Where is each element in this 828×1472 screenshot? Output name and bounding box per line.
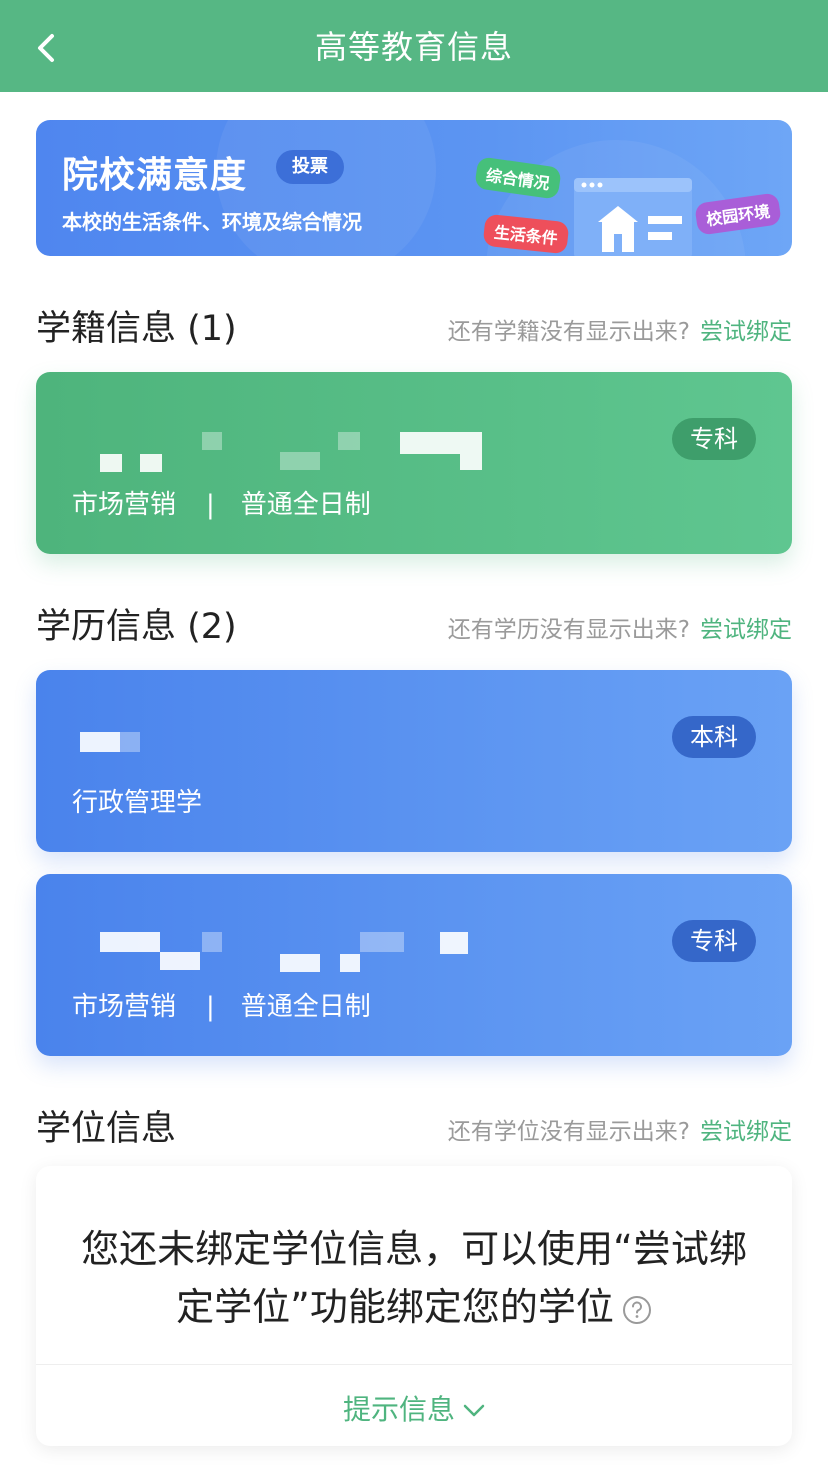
redacted-school-name <box>460 454 482 470</box>
degree-bind-link[interactable]: 尝试绑定 <box>700 1112 792 1146</box>
tip-toggle[interactable]: 提示信息 <box>36 1388 792 1428</box>
meta-separator: | <box>206 490 215 520</box>
redacted-school-name <box>100 454 122 472</box>
vote-badge: 投票 <box>276 150 344 184</box>
school-illustration-icon <box>574 178 692 256</box>
redacted-school-name <box>400 432 482 454</box>
degree-empty-card: 您还未绑定学位信息，可以使用“尝试绑定学位”功能绑定您的学位 提示信息 <box>36 1166 792 1446</box>
education-hint: 还有学历没有显示出来? <box>447 617 690 643</box>
enrollment-card[interactable]: 专科 市场营销 | 普通全日制 <box>36 372 792 554</box>
degree-section-header: 学位信息 还有学位没有显示出来? 尝试绑定 <box>36 1100 792 1149</box>
divider <box>36 1364 792 1365</box>
education-section-title: 学历信息 (2) <box>36 607 237 647</box>
redacted-school-name <box>202 432 222 450</box>
major-label: 市场营销 <box>72 490 177 520</box>
tip-label: 提示信息 <box>342 1393 455 1426</box>
redacted-school-name <box>140 454 162 472</box>
education-card[interactable]: 本科 行政管理学 <box>36 670 792 852</box>
redacted-school-name <box>360 932 404 952</box>
study-mode-label: 普通全日制 <box>240 490 371 520</box>
redacted-school-name <box>100 932 160 952</box>
redacted-school-name <box>338 432 360 450</box>
major-label: 行政管理学 <box>72 788 203 818</box>
banner-title: 院校满意度 <box>62 155 248 196</box>
degree-hint: 还有学位没有显示出来? <box>447 1119 690 1145</box>
level-badge: 本科 <box>672 716 756 758</box>
redacted-school-name <box>280 954 320 972</box>
enrollment-bind-link[interactable]: 尝试绑定 <box>700 312 792 346</box>
enrollment-hint: 还有学籍没有显示出来? <box>447 319 690 345</box>
education-card[interactable]: 专科 市场营销 | 普通全日制 <box>36 874 792 1056</box>
major-label: 市场营销 <box>72 992 177 1022</box>
degree-section-title: 学位信息 <box>36 1109 177 1149</box>
card-meta: 市场营销 | 普通全日制 <box>72 484 371 521</box>
page-title: 高等教育信息 <box>314 28 513 66</box>
redacted-school-name <box>160 952 200 970</box>
redacted-school-name <box>280 452 320 470</box>
degree-empty-message-wrap: 您还未绑定学位信息，可以使用“尝试绑定学位”功能绑定您的学位 <box>76 1220 752 1336</box>
satisfaction-survey-banner[interactable]: 院校满意度 投票 本校的生活条件、环境及综合情况 综合情况 生活条件 校园环境 <box>36 120 792 256</box>
redacted-school-name <box>80 732 120 752</box>
redacted-school-name <box>202 932 222 952</box>
banner-subtitle: 本校的生活条件、环境及综合情况 <box>62 210 362 234</box>
education-section-header: 学历信息 (2) 还有学历没有显示出来? 尝试绑定 <box>36 598 792 647</box>
meta-separator: | <box>206 992 215 1022</box>
chevron-down-icon <box>463 1404 485 1417</box>
level-badge: 专科 <box>672 418 756 460</box>
level-badge: 专科 <box>672 920 756 962</box>
redacted-school-name <box>340 954 360 972</box>
enrollment-section-title: 学籍信息 (1) <box>36 309 237 349</box>
enrollment-section-header: 学籍信息 (1) 还有学籍没有显示出来? 尝试绑定 <box>36 300 792 349</box>
card-meta: 市场营销 | 普通全日制 <box>72 986 371 1023</box>
banner-decoration <box>216 120 436 256</box>
help-icon[interactable] <box>622 1295 652 1325</box>
education-bind-link[interactable]: 尝试绑定 <box>700 610 792 644</box>
redacted-school-name <box>440 932 468 954</box>
redacted-school-name <box>120 732 140 752</box>
navigation-bar: 高等教育信息 <box>0 0 828 92</box>
study-mode-label: 普通全日制 <box>240 992 371 1022</box>
